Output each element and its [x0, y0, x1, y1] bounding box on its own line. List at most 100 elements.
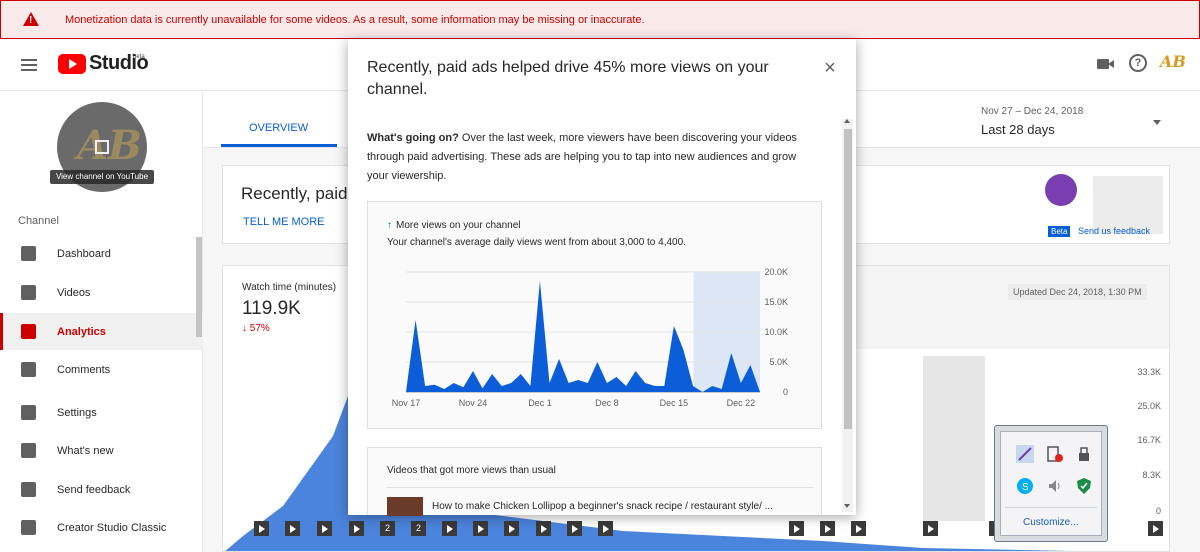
chevron-down-icon[interactable]	[1153, 120, 1161, 125]
pen-icon[interactable]	[1016, 445, 1034, 463]
sidebar-item-label: Dashboard	[57, 247, 111, 260]
watch-time-value: 119.9K	[242, 298, 301, 319]
play-marker-button[interactable]	[598, 521, 613, 536]
y-tick-label: 15.0K	[764, 297, 788, 307]
sidebar-item-label: Creator Studio Classic	[57, 521, 167, 534]
play-marker-button[interactable]	[504, 521, 519, 536]
videos-icon	[21, 285, 36, 300]
play-marker-button[interactable]	[789, 521, 804, 536]
lock-icon[interactable]	[1075, 445, 1093, 463]
play-marker-button[interactable]	[254, 521, 269, 536]
beta-label: beta	[133, 54, 145, 60]
sidebar-item-settings[interactable]: Settings	[0, 394, 203, 431]
video-thumbnail[interactable]	[387, 497, 423, 516]
classic-icon	[21, 520, 36, 535]
date-picker[interactable]: Last 28 days	[981, 122, 1055, 137]
skype-icon[interactable]: S	[1016, 477, 1034, 495]
scroll-up-icon[interactable]	[844, 119, 850, 123]
divider	[1005, 507, 1097, 508]
modal-body-lead: What's going on?	[367, 132, 459, 144]
youtube-logo-icon[interactable]	[58, 54, 86, 74]
count-marker-button[interactable]: 2	[380, 521, 395, 536]
divider	[387, 487, 813, 488]
warning-banner: Monetization data is currently unavailab…	[0, 0, 1200, 39]
comments-icon	[21, 362, 36, 377]
sidebar-item-what-s-new[interactable]: What's new	[0, 432, 203, 469]
x-tick-label: Dec 1	[528, 398, 552, 408]
sidebar-item-videos[interactable]: Videos	[0, 274, 203, 311]
create-video-icon[interactable]	[1097, 59, 1114, 69]
y-tick-label: 33.3K	[1137, 367, 1161, 377]
sidebar-item-label: Send feedback	[57, 483, 131, 496]
scroll-down-icon[interactable]	[844, 504, 850, 508]
y-tick-label: 25.0K	[1137, 401, 1161, 411]
modal-scrollbar-thumb[interactable]	[844, 129, 852, 429]
tab-overview[interactable]: OVERVIEW	[249, 122, 308, 134]
sidebar-scrollbar[interactable]	[196, 237, 202, 337]
y-tick-label: 10.0K	[764, 327, 788, 337]
play-marker-button[interactable]	[851, 521, 866, 536]
sidebar-item-dashboard[interactable]: Dashboard	[0, 235, 203, 272]
date-range[interactable]: Nov 27 – Dec 24, 2018	[981, 106, 1083, 117]
play-marker-button[interactable]	[1148, 521, 1163, 536]
no-device-icon[interactable]	[1046, 445, 1064, 463]
play-marker-button[interactable]	[567, 521, 582, 536]
sidebar-item-label: What's new	[57, 444, 114, 457]
beta-badge: Beta	[1048, 226, 1071, 237]
videos-box: Videos that got more views than usual Ho…	[367, 447, 822, 516]
play-marker-button[interactable]	[285, 521, 300, 536]
dashboard-icon	[21, 246, 36, 261]
video-title-link[interactable]: How to make Chicken Lollipop a beginner'…	[432, 501, 773, 512]
watch-time-change: ↓ 57%	[242, 323, 270, 334]
sidebar-item-send-feedback[interactable]: Send feedback	[0, 471, 203, 508]
sidebar-item-label: Settings	[57, 406, 97, 419]
send-feedback-link[interactable]: Send us feedback	[1078, 226, 1150, 236]
tray-panel: S Customize...	[1000, 431, 1102, 536]
menu-icon[interactable]	[21, 59, 37, 71]
view-channel-tooltip[interactable]: View channel on YouTube	[50, 170, 154, 184]
system-tray-popup: S Customize...	[994, 425, 1108, 542]
sidebar-item-creator-studio-classic[interactable]: Creator Studio Classic	[0, 509, 203, 546]
views-chart-box: ↑ More views on your channel Your channel…	[367, 201, 822, 429]
insight-modal: Recently, paid ads helped drive 45% more…	[348, 39, 856, 516]
x-tick-label: Dec 8	[595, 398, 619, 408]
sidebar-item-label: Analytics	[57, 325, 106, 338]
sidebar-item-analytics[interactable]: Analytics	[0, 313, 203, 350]
count-marker-button[interactable]: 2	[411, 521, 426, 536]
sidebar-item-label: Videos	[57, 286, 91, 299]
play-marker-button[interactable]	[820, 521, 835, 536]
whats-new-icon	[21, 443, 36, 458]
play-marker-button[interactable]	[473, 521, 488, 536]
balloon-illustration-icon	[1045, 174, 1077, 206]
sidebar: AB View channel on YouTube Channel Dashb…	[0, 92, 203, 552]
videos-box-title: Videos that got more views than usual	[387, 465, 556, 476]
y-tick-label: 5.0K	[769, 357, 788, 367]
updated-timestamp: Updated Dec 24, 2018, 1:30 PM	[1008, 284, 1147, 300]
tell-me-more-link[interactable]: TELL ME MORE	[243, 216, 325, 228]
active-tab-indicator	[221, 144, 337, 147]
x-tick-label: Dec 15	[660, 398, 689, 408]
views-chart: 20.0K 15.0K 10.0K 5.0K 0 Nov 17 Nov 24 Dec 1 Dec…	[392, 267, 788, 408]
play-marker-button[interactable]	[349, 521, 364, 536]
external-link-icon	[95, 140, 109, 154]
warning-message: Monetization data is currently unavailab…	[65, 14, 645, 26]
volume-icon[interactable]	[1046, 477, 1064, 495]
sidebar-item-comments[interactable]: Comments	[0, 351, 203, 388]
y-tick-label: 0	[783, 387, 788, 397]
y-tick-label: 8.3K	[1142, 470, 1161, 480]
y-tick-label: 20.0K	[764, 267, 788, 277]
customize-link[interactable]: Customize...	[1023, 517, 1079, 528]
future-region	[923, 356, 985, 521]
x-tick-label: Nov 24	[459, 398, 488, 408]
close-icon[interactable]: ×	[821, 58, 839, 78]
help-icon[interactable]: ?	[1129, 54, 1147, 72]
account-avatar[interactable]: AB	[1160, 52, 1186, 76]
play-marker-button[interactable]	[536, 521, 551, 536]
play-marker-button[interactable]	[923, 521, 938, 536]
modal-title: Recently, paid ads helped drive 45% more…	[367, 59, 769, 98]
security-shield-icon[interactable]	[1075, 477, 1093, 495]
play-marker-button[interactable]	[317, 521, 332, 536]
analytics-icon	[21, 324, 36, 339]
play-marker-button[interactable]	[442, 521, 457, 536]
sidebar-section-title: Channel	[18, 215, 59, 227]
